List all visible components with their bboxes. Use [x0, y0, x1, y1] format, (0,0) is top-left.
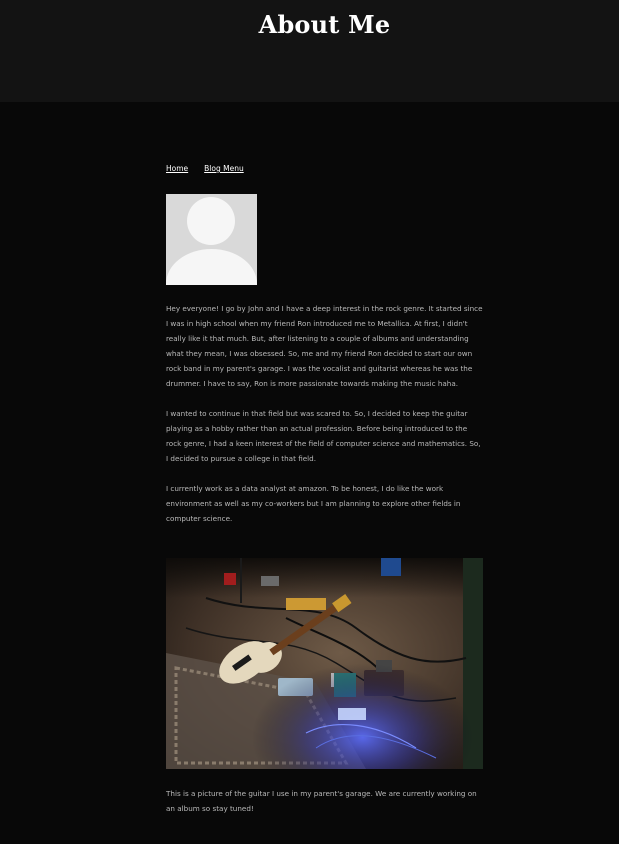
- page-title: About Me: [258, 10, 391, 39]
- current-job-paragraph: I currently work as a data analyst at am…: [166, 484, 461, 523]
- nav-link-home[interactable]: Home: [166, 163, 188, 175]
- guitar-photo-illustration: [166, 558, 483, 769]
- main-nav: Home Blog Menu: [166, 163, 244, 175]
- career-choice-paragraph: I wanted to continue in that field but w…: [166, 409, 481, 463]
- guitar-photo: [166, 558, 483, 769]
- intro-paragraph: Hey everyone! I go by John and I have a …: [166, 304, 483, 388]
- avatar-body-shape: [166, 249, 257, 285]
- nav-link-blog-menu[interactable]: Blog Menu: [204, 163, 244, 175]
- photo-caption: This is a picture of the guitar I use in…: [166, 789, 477, 813]
- avatar-head-shape: [187, 197, 235, 245]
- profile-avatar: [166, 194, 257, 285]
- page-header: About Me: [0, 0, 619, 102]
